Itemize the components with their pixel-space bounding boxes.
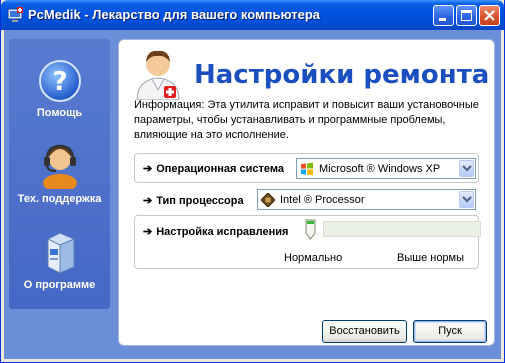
arrow-right-icon: ➔ — [143, 163, 153, 175]
main-panel: Настройки ремонта Информация: Эта утилит… — [118, 39, 495, 346]
sidebar-item-help[interactable]: ? Помощь — [9, 59, 110, 119]
fix-slider-track[interactable] — [323, 221, 481, 237]
sidebar-item-label: Тех. поддержка — [17, 193, 102, 205]
fix-label: ➔ Настройка исправления — [143, 226, 289, 238]
info-text: Информация: Эта утилита исправит и повыс… — [134, 99, 479, 141]
windows-logo-icon — [301, 162, 313, 176]
fix-row: ➔ Настройка исправления Нормально Выше но… — [134, 215, 481, 269]
sidebar-item-about[interactable]: О программе — [9, 227, 110, 291]
sidebar-item-label: О программе — [23, 279, 96, 291]
title-bar[interactable]: PcMedik - Лекарство для вашего компьютер… — [1, 0, 504, 30]
cpu-select-value: Intel ® Processor — [280, 194, 365, 206]
os-select-value: Microsoft ® Windows XP — [319, 163, 441, 175]
cpu-label: ➔ Тип процессора — [143, 195, 244, 207]
cpu-select[interactable]: Intel ® Processor — [257, 189, 476, 210]
fix-max-label: Выше нормы — [397, 252, 465, 264]
page-title: Настройки ремонта — [194, 60, 490, 90]
minimize-button[interactable] — [433, 5, 454, 26]
chevron-down-icon — [462, 196, 472, 203]
os-select[interactable]: Microsoft ® Windows XP — [296, 158, 476, 179]
fix-slider-thumb[interactable] — [305, 219, 316, 240]
pcmedik-app-icon — [7, 7, 23, 22]
minimize-icon — [439, 18, 446, 21]
chevron-down-icon — [462, 165, 472, 172]
about-box-icon — [47, 232, 74, 274]
close-icon — [484, 10, 495, 21]
fix-min-label: Нормально — [284, 252, 343, 264]
maximize-button[interactable] — [456, 5, 477, 26]
maximize-icon — [461, 10, 472, 21]
app-window: PcMedik - Лекарство для вашего компьютер… — [0, 0, 505, 363]
os-dropdown-button[interactable] — [459, 160, 474, 177]
support-headset-icon — [42, 144, 77, 189]
cpu-chip-icon — [261, 193, 275, 207]
start-button[interactable]: Пуск — [413, 320, 487, 343]
doctor-icon — [136, 50, 180, 100]
cpu-dropdown-button[interactable] — [459, 191, 474, 208]
restore-button[interactable]: Восстановить — [322, 320, 407, 343]
svg-text:?: ? — [52, 67, 67, 97]
help-icon: ? — [38, 60, 81, 102]
window-title: PcMedik - Лекарство для вашего компьютер… — [28, 7, 321, 22]
arrow-right-icon: ➔ — [143, 226, 153, 238]
os-label: ➔ Операционная система — [143, 163, 284, 175]
sidebar: ? Помощь Тех. поддержка О программе — [9, 39, 110, 309]
close-button[interactable] — [479, 5, 500, 26]
sidebar-item-label: Помощь — [36, 107, 83, 119]
sidebar-item-support[interactable]: Тех. поддержка — [9, 141, 110, 205]
os-row: ➔ Операционная система Microsoft ® Window… — [134, 153, 479, 183]
cpu-row: ➔ Тип процессора Intel ® Processor — [134, 186, 479, 214]
arrow-right-icon: ➔ — [143, 195, 153, 207]
